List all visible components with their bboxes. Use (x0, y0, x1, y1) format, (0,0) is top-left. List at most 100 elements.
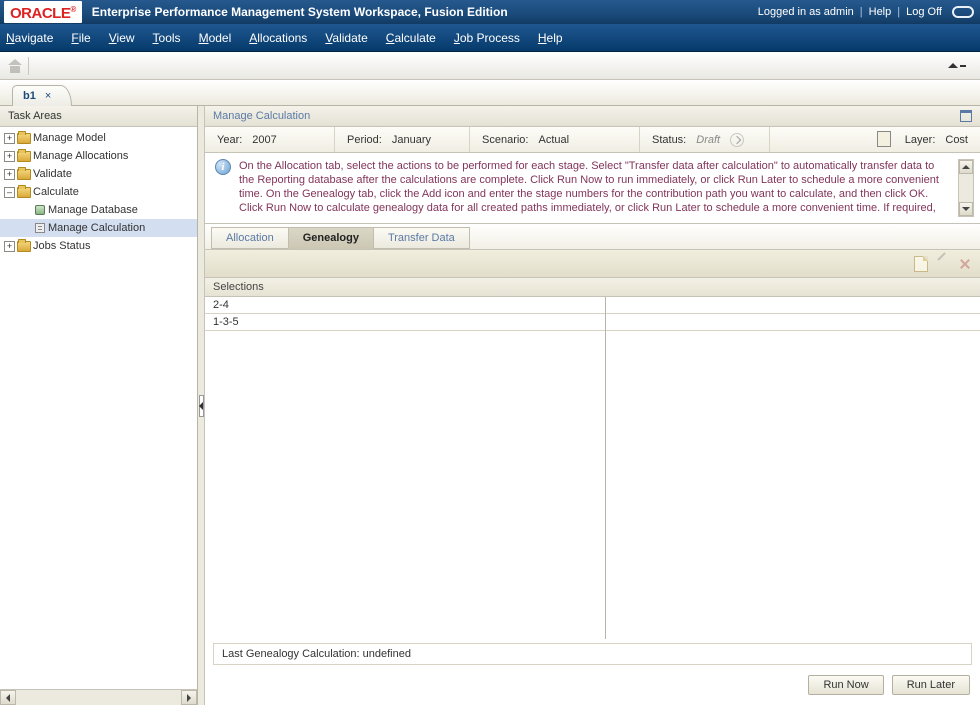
work-area: Task Areas + Manage Model + Manage Alloc… (0, 106, 980, 705)
logged-in-label: Logged in as admin (758, 6, 854, 18)
menu-validate[interactable]: Validate (325, 31, 368, 45)
folder-icon (17, 187, 31, 198)
pov-layer-label: Layer: (905, 134, 936, 146)
expand-icon[interactable]: + (4, 169, 15, 180)
separator: | (860, 6, 863, 18)
tree-label: Manage Model (33, 132, 106, 144)
pov-scenario-value: Actual (538, 134, 569, 146)
menu-view[interactable]: View (109, 31, 135, 45)
sidebar-title: Task Areas (0, 106, 197, 127)
run-now-button[interactable]: Run Now (808, 675, 883, 695)
sidebar-hscrollbar[interactable] (0, 689, 197, 705)
tab-allocation[interactable]: Allocation (211, 227, 289, 249)
tree-label: Validate (33, 168, 72, 180)
splitter[interactable] (198, 106, 205, 705)
database-icon (34, 204, 46, 216)
separator (28, 57, 29, 75)
toolbar-strip (0, 52, 980, 80)
collapse-button[interactable] (942, 61, 972, 70)
close-icon[interactable]: × (45, 90, 51, 102)
delete-icon[interactable] (958, 257, 972, 271)
tree-item-calculate[interactable]: – Calculate (0, 183, 197, 201)
info-panel: i On the Allocation tab, select the acti… (205, 153, 980, 224)
scroll-up-button[interactable] (959, 160, 973, 174)
info-icon: i (215, 159, 231, 175)
menu-tools[interactable]: Tools (153, 31, 181, 45)
separator: | (897, 6, 900, 18)
grid-header-selections: Selections (205, 278, 980, 297)
grid-row[interactable]: 2-4 (205, 297, 980, 314)
app-title: Enterprise Performance Management System… (92, 5, 508, 19)
refresh-icon[interactable] (730, 133, 744, 147)
pov-layer-value: Cost (945, 134, 968, 146)
tree-item-manage-model[interactable]: + Manage Model (0, 129, 197, 147)
splitter-handle-icon (199, 395, 204, 417)
task-tree: + Manage Model + Manage Allocations + Va… (0, 127, 197, 689)
pov-year-label: Year: (217, 134, 242, 146)
triangle-left-icon (6, 694, 10, 702)
oracle-logo: ORACLE® (4, 1, 82, 23)
pov-bar: Year: 2007 Period: January Scenario: Act… (205, 127, 980, 153)
logoff-link[interactable]: Log Off (906, 6, 942, 18)
expand-icon[interactable]: + (4, 151, 15, 162)
pov-period-label: Period: (347, 134, 382, 146)
folder-icon (17, 133, 31, 144)
folder-icon (17, 151, 31, 162)
pov-year[interactable]: Year: 2007 (205, 127, 335, 152)
tree-item-jobs-status[interactable]: + Jobs Status (0, 237, 197, 255)
tree-label: Manage Database (48, 204, 138, 216)
run-later-button[interactable]: Run Later (892, 675, 970, 695)
scroll-left-button[interactable] (0, 690, 16, 705)
tab-genealogy[interactable]: Genealogy (288, 227, 374, 249)
home-icon[interactable] (8, 59, 22, 73)
task-sidebar: Task Areas + Manage Model + Manage Alloc… (0, 106, 198, 705)
tab-transfer-data[interactable]: Transfer Data (373, 227, 470, 249)
expand-icon[interactable]: + (4, 241, 15, 252)
app-banner: ORACLE® Enterprise Performance Managemen… (0, 0, 980, 24)
document-tab-label: b1 (23, 90, 36, 102)
menu-calculate[interactable]: Calculate (386, 31, 436, 45)
tree-item-validate[interactable]: + Validate (0, 165, 197, 183)
last-calculation-status: Last Genealogy Calculation: undefined (213, 643, 972, 665)
document-tab-bar: b1 × (0, 80, 980, 106)
maximize-icon[interactable] (960, 110, 972, 122)
menu-job-process[interactable]: Job Process (454, 31, 520, 45)
tree-label: Jobs Status (33, 240, 90, 252)
grid-column-divider[interactable] (605, 297, 606, 639)
expand-icon[interactable]: + (4, 133, 15, 144)
folder-icon (17, 241, 31, 252)
calculation-tabs: Allocation Genealogy Transfer Data (205, 224, 980, 250)
menu-bar: Navigate File View Tools Model Allocatio… (0, 24, 980, 52)
genealogy-toolbar (205, 250, 980, 278)
pov-layer[interactable]: Layer: Cost (770, 127, 980, 152)
tree-label: Manage Calculation (48, 222, 145, 234)
collapse-icon[interactable]: – (4, 187, 15, 198)
tree-item-manage-database[interactable]: Manage Database (0, 201, 197, 219)
scroll-right-button[interactable] (181, 690, 197, 705)
menu-help[interactable]: Help (538, 31, 563, 45)
menu-navigate[interactable]: Navigate (6, 31, 53, 45)
menu-allocations[interactable]: Allocations (249, 31, 307, 45)
tree-label: Manage Allocations (33, 150, 128, 162)
pov-status-value: Draft (696, 134, 720, 146)
pov-status-label: Status: (652, 134, 686, 146)
menu-file[interactable]: File (71, 31, 90, 45)
document-tab-b1[interactable]: b1 × (12, 85, 72, 106)
help-link[interactable]: Help (869, 6, 892, 18)
tree-item-manage-allocations[interactable]: + Manage Allocations (0, 147, 197, 165)
copy-icon[interactable] (879, 133, 891, 147)
new-icon[interactable] (914, 256, 928, 272)
info-scrollbar[interactable] (958, 159, 974, 217)
content-area: Manage Calculation Year: 2007 Period: Ja… (205, 106, 980, 705)
grid-row[interactable]: 1-3-5 (205, 314, 980, 331)
pov-period[interactable]: Period: January (335, 127, 470, 152)
menu-model[interactable]: Model (199, 31, 232, 45)
pov-scenario[interactable]: Scenario: Actual (470, 127, 640, 152)
triangle-up-icon (962, 165, 970, 169)
pov-status[interactable]: Status: Draft (640, 127, 770, 152)
scroll-down-button[interactable] (959, 202, 973, 216)
tree-label: Calculate (33, 186, 79, 198)
chevron-up-icon (948, 63, 958, 68)
edit-icon[interactable] (936, 257, 950, 271)
tree-item-manage-calculation[interactable]: Manage Calculation (0, 219, 197, 237)
